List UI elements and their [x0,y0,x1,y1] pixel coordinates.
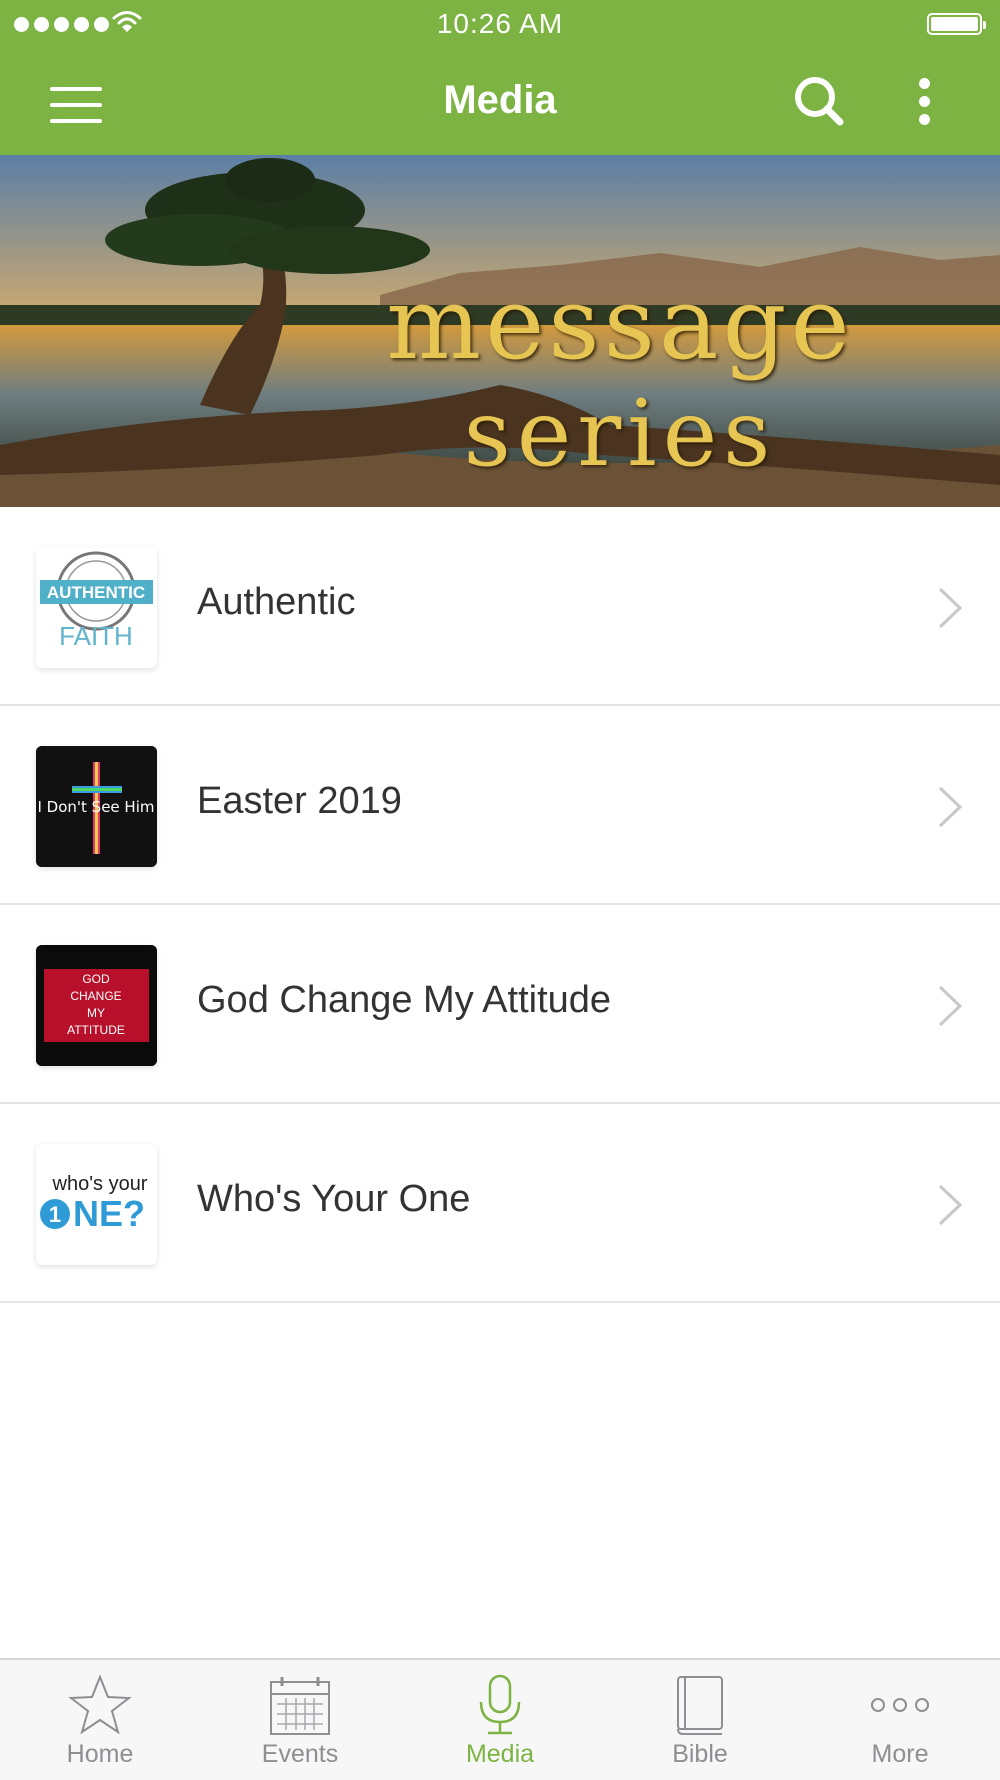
message-series-banner: message series [0,155,1000,507]
book-icon [677,1676,723,1735]
list-item[interactable]: who's your 1 NE? Who's Your One [0,1104,1000,1303]
svg-text:1: 1 [49,1202,61,1227]
list-item[interactable]: GOD CHANGE MY ATTITUDE God Change My Att… [0,905,1000,1104]
list-item[interactable]: AUTHENTIC FAITH Authentic [0,507,1000,706]
svg-text:NE?: NE? [73,1193,145,1234]
banner-title-line1: message [386,265,854,382]
microphone-icon [479,1674,521,1735]
more-dots-icon [871,1698,929,1712]
svg-text:FAITH: FAITH [59,621,133,651]
navigation-bar: Media [0,48,1000,155]
battery-icon [927,13,986,35]
god-change-my-attitude-thumbnail: GOD CHANGE MY ATTITUDE [36,945,157,1066]
series-title: Authentic [197,581,356,623]
series-title: Who's Your One [197,1178,471,1220]
svg-text:GOD: GOD [82,972,110,986]
search-icon [795,77,844,126]
app-header: 10:26 AM Media [0,0,1000,155]
tab-label: Media [465,1740,535,1768]
svg-text:I Don't See Him: I Don't See Him [37,798,154,816]
status-time: 10:26 AM [436,8,564,39]
banner-title-line2: series [463,380,777,487]
list-item[interactable]: I Don't See Him Easter 2019 [0,706,1000,905]
series-list: AUTHENTIC FAITH Authentic I Don't See Hi… [0,507,1000,1303]
tab-label: Home [66,1740,134,1768]
chevron-right-icon [938,985,963,1027]
svg-text:who's your: who's your [52,1173,148,1195]
tab-events[interactable]: Events [200,1660,400,1780]
authentic-thumbnail: AUTHENTIC FAITH [36,547,157,668]
tab-label: More [871,1740,929,1768]
series-title: Easter 2019 [197,780,402,822]
tab-label: Bible [672,1740,728,1768]
calendar-icon [270,1677,330,1735]
series-title: God Change My Attitude [197,979,612,1021]
tab-more[interactable]: More [800,1660,1000,1780]
tab-bar: Home Events Media Bible More [0,1658,1000,1780]
whos-your-one-thumbnail: who's your 1 NE? [36,1144,157,1265]
svg-text:AUTHENTIC: AUTHENTIC [47,583,145,602]
chevron-right-icon [938,1184,963,1226]
svg-text:MY: MY [87,1006,105,1020]
easter-2019-thumbnail: I Don't See Him [36,746,157,867]
chevron-right-icon [938,786,963,828]
tab-bible[interactable]: Bible [600,1660,800,1780]
tab-media[interactable]: Media [400,1660,600,1780]
chevron-right-icon [938,587,963,629]
search-button[interactable] [786,68,852,134]
status-bar: 10:26 AM [0,0,1000,48]
tab-home[interactable]: Home [0,1660,200,1780]
tab-label: Events [261,1740,339,1768]
overflow-menu-button[interactable] [900,68,948,134]
svg-text:ATTITUDE: ATTITUDE [67,1023,125,1037]
svg-text:CHANGE: CHANGE [70,989,121,1003]
star-icon [68,1674,132,1735]
